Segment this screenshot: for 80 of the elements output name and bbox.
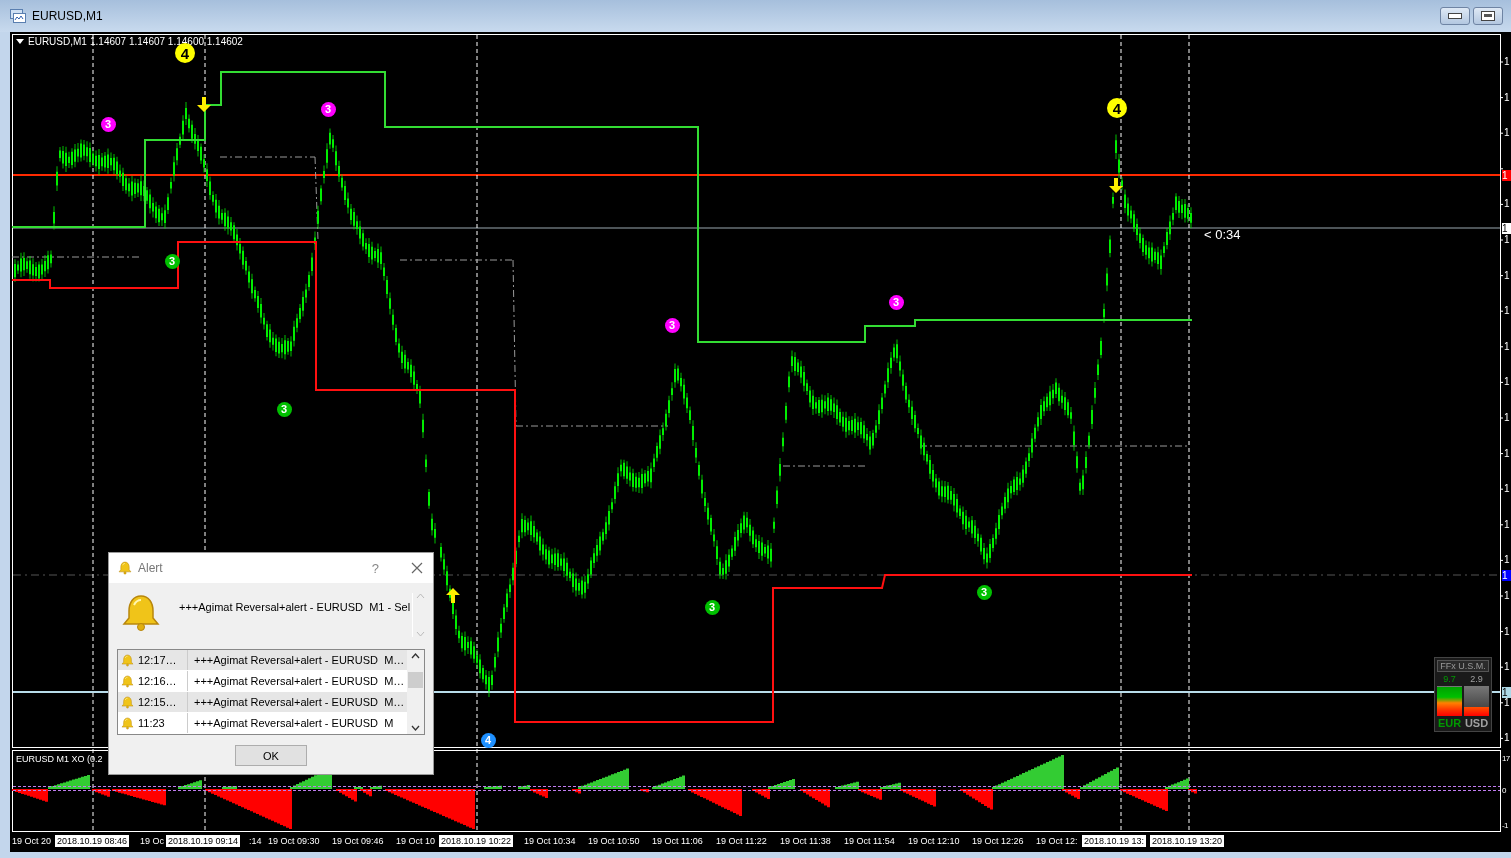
price-axis-label: 1	[1504, 269, 1510, 282]
signal-marker: 4	[1107, 98, 1127, 118]
price-axis-label: 1	[1504, 305, 1510, 318]
price-axis-label: 1	[1504, 483, 1510, 496]
bar-countdown: < 0:34	[1204, 229, 1241, 241]
time-axis-label: 19 Oct 11:06	[652, 835, 703, 847]
signal-marker: 3	[888, 294, 904, 310]
signal-marker: 3	[164, 253, 180, 269]
indicator-axis-label: 17	[1502, 753, 1510, 765]
time-axis-label: 19 Oct 09:30	[268, 835, 320, 847]
time-axis-label: 19 Oct 11:22	[716, 835, 767, 847]
help-button[interactable]: ?	[371, 560, 379, 576]
time-marker-label: 2018.10.19 10:22	[439, 835, 514, 847]
alert-time: 12:17…	[138, 654, 177, 666]
price-axis-label: 1	[1504, 661, 1510, 674]
time-axis-label: 19 Oct 20	[12, 835, 52, 847]
currency-label: EUR	[1437, 717, 1462, 729]
meter-value: 2.9	[1470, 674, 1483, 684]
price-tag: 1	[1502, 223, 1511, 234]
alert-history-row[interactable]: 12:17… +++Agimat Reversal+alert - EURUSD M…	[118, 650, 407, 671]
price-axis-label: 1	[1504, 625, 1510, 638]
price-axis-label: 1	[1504, 412, 1510, 424]
window-title: EURUSD,M1	[32, 9, 104, 23]
time-marker-label: 2018.10.19 13:	[1082, 835, 1147, 847]
dialog-title: Alert	[138, 561, 164, 575]
time-axis-label: 19 Oct 11:54	[844, 835, 895, 847]
alert-history-message: +++Agimat Reversal+alert - EURUSD M	[193, 717, 395, 729]
price-axis-label: 1	[1504, 696, 1510, 709]
meter-title: FFx U.S.M.	[1437, 660, 1489, 672]
alert-history-row[interactable]: 11:23 +++Agimat Reversal+alert - EURUSD M	[118, 713, 407, 734]
signal-marker: 3	[276, 401, 292, 417]
alert-history-message: +++Agimat Reversal+alert - EURUSD M…	[193, 654, 406, 666]
signal-marker: 3	[320, 101, 336, 117]
time-axis-label: :14	[249, 835, 262, 847]
price-axis-label: 1	[1504, 234, 1510, 246]
price-axis-label: 1	[1504, 590, 1510, 602]
indicator-axis-label: 0	[1502, 785, 1506, 797]
alert-time: 12:16…	[138, 675, 177, 687]
price-axis-label: 1	[1504, 340, 1510, 353]
time-axis-label: 19 Oct 10	[396, 835, 436, 847]
signal-marker: 3	[664, 317, 680, 333]
signal-marker: 4	[480, 732, 496, 748]
price-axis-label: 1	[1504, 518, 1510, 531]
alert-history-message: +++Agimat Reversal+alert - EURUSD M…	[193, 675, 406, 687]
time-axis-label: 19 Oct 12:26	[972, 835, 1024, 847]
price-axis-label: 1	[1504, 732, 1510, 745]
price-axis-label: 1	[1504, 376, 1510, 389]
price-axis-label: 1	[1504, 56, 1510, 68]
price-tag: 1	[1502, 687, 1511, 698]
signal-marker: 3	[704, 599, 720, 615]
chart-symbol: EURUSD,M1	[28, 36, 87, 48]
alert-history-row[interactable]: 12:15… +++Agimat Reversal+alert - EURUSD M…	[118, 692, 407, 713]
price-axis-label: 1	[1504, 127, 1510, 140]
alert-time: 11:23	[138, 717, 165, 729]
price-axis-label: 1	[1504, 91, 1510, 104]
time-axis-label: 19 Oct 09:46	[332, 835, 384, 847]
alert-message: +++Agimat Reversal+alert - EURUSD M1 - Sel	[179, 601, 412, 613]
time-marker-label: 2018.10.19 13:20	[1150, 835, 1225, 847]
price-axis-label: 1	[1504, 554, 1510, 567]
time-axis-label: 19 Oct 10:34	[524, 835, 576, 847]
price-tag: 1	[1502, 570, 1511, 581]
price-tag: 1	[1502, 170, 1511, 181]
alert-time: 12:15…	[138, 696, 177, 708]
time-axis-label: 19 Oct 12:	[1036, 835, 1078, 847]
indicator-axis-label: -1	[1502, 820, 1508, 832]
price-axis-label: 1	[1504, 447, 1510, 460]
time-axis-label: 19 Oct 11:38	[780, 835, 831, 847]
price-axis-label: 1	[1504, 198, 1510, 211]
time-marker-label: 2018.10.19 09:14	[166, 835, 241, 847]
time-axis-label: 19 Oct 12:10	[908, 835, 960, 847]
alert-history-message: +++Agimat Reversal+alert - EURUSD M…	[193, 696, 406, 708]
time-axis-label: 19 Oc	[140, 835, 164, 847]
time-axis-label: 19 Oct 10:50	[588, 835, 640, 847]
time-marker-label: 2018.10.19 08:46	[55, 835, 130, 847]
signal-marker: 3	[100, 116, 116, 132]
currency-label: USD	[1464, 717, 1489, 729]
signal-marker: 3	[976, 584, 992, 600]
ok-button[interactable]: OK	[235, 745, 307, 766]
indicator-title: EURUSD M1 XO (0.2	[16, 753, 103, 765]
meter-value: 9.7	[1443, 674, 1456, 684]
